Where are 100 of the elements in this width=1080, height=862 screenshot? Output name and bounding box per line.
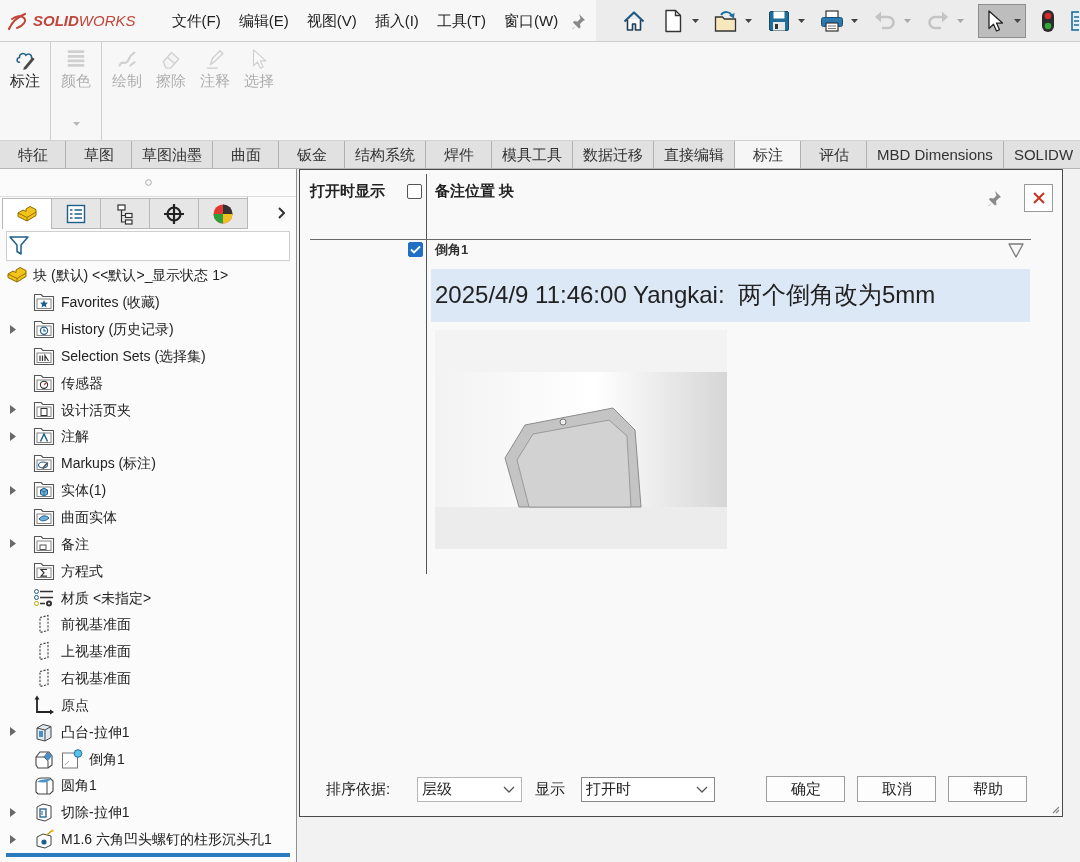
save-icon — [767, 8, 791, 33]
tree-item[interactable]: 材质 <未指定> — [61, 588, 152, 607]
menu-item[interactable]: 文件(F) — [171, 10, 221, 31]
tab[interactable]: 标注 — [735, 141, 801, 168]
tree-item[interactable]: 传感器 — [61, 373, 103, 392]
show-dropdown[interactable]: 打开时 — [581, 776, 716, 802]
note-feature-label: 倒角1 — [435, 242, 469, 258]
note-text[interactable]: 2025/4/9 11:46:00 Yangkai: 两个倒角改为5mm — [431, 269, 1030, 322]
chevron-down-icon — [696, 785, 709, 793]
show-on-open-checkbox[interactable] — [407, 184, 422, 199]
close-button[interactable] — [1024, 184, 1053, 212]
tree-item[interactable]: History (历史记录) — [61, 320, 174, 339]
folder-note-icon — [33, 533, 55, 554]
dialog-button[interactable]: 确定 — [766, 776, 846, 802]
folder-star-icon — [33, 292, 55, 313]
tab[interactable]: 结构系统 — [345, 141, 426, 168]
tab[interactable]: 焊件 — [426, 141, 492, 168]
menu-item[interactable]: 编辑(E) — [238, 10, 289, 31]
filter-triangle-icon[interactable] — [1008, 242, 1024, 258]
tree-item[interactable]: 圆角1 — [61, 776, 97, 795]
sort-label: 排序依据: — [326, 779, 391, 799]
tree-item[interactable]: 设计活页夹 — [61, 400, 131, 419]
pin-icon[interactable] — [570, 12, 586, 29]
expand-arrow-icon[interactable] — [10, 432, 16, 441]
tree-item[interactable]: 上视基准面 — [61, 642, 131, 661]
tab[interactable]: 草图油墨 — [132, 141, 213, 168]
tree-item[interactable]: 备注 — [61, 534, 89, 553]
expand-arrow-icon[interactable] — [10, 727, 16, 737]
pen-icon — [204, 48, 226, 70]
tab[interactable]: SOLIDW — [1003, 141, 1080, 168]
show-on-open-label: 打开时显示 — [310, 181, 385, 201]
panel-tab[interactable] — [198, 198, 247, 229]
tab[interactable]: 特征 — [0, 141, 66, 168]
cut-box-icon — [33, 802, 55, 823]
list-icon — [65, 202, 87, 225]
expand-arrow-icon[interactable] — [10, 539, 16, 549]
resize-grip-icon[interactable] — [1050, 804, 1060, 814]
close-icon — [1032, 192, 1045, 204]
tree-item[interactable]: 原点 — [61, 695, 89, 714]
select-button[interactable] — [978, 3, 1026, 38]
folder-page-icon — [33, 399, 55, 420]
dialog-button[interactable]: 帮助 — [948, 776, 1028, 802]
tab[interactable]: MBD Dimensions — [867, 141, 1004, 168]
pin-icon[interactable] — [986, 190, 1002, 206]
chevron-right-icon[interactable] — [277, 207, 285, 219]
tab[interactable]: 曲面 — [213, 141, 279, 168]
folder-peak-icon — [33, 426, 55, 447]
solidworks-logo: SOLIDWORKS — [33, 10, 136, 31]
tab[interactable]: 直接编辑 — [654, 141, 735, 168]
tree-structure-icon — [114, 202, 136, 225]
expand-arrow-icon[interactable] — [10, 834, 16, 844]
tree-item[interactable]: Markups (标注) — [61, 454, 156, 473]
tab[interactable]: 评估 — [801, 141, 867, 168]
tab[interactable]: 模具工具 — [492, 141, 573, 168]
tree-item[interactable]: 倒角1 — [89, 749, 125, 768]
tree-item[interactable]: 切除-拉伸1 — [61, 803, 130, 822]
tree-item[interactable]: 凸台-拉伸1 — [61, 722, 130, 741]
tab[interactable]: 钣金 — [279, 141, 345, 168]
tree-item[interactable]: 实体(1) — [61, 481, 107, 500]
tree-item[interactable]: 注解 — [61, 427, 89, 446]
grip-dot-icon[interactable] — [144, 179, 152, 186]
tree-item[interactable]: Favorites (收藏) — [61, 293, 160, 312]
squiggle-icon — [116, 48, 138, 70]
menu-item[interactable]: 视图(V) — [306, 10, 357, 31]
crosshair-icon — [163, 202, 185, 225]
folder-cube-icon — [33, 480, 55, 501]
folder-pencil-icon — [33, 453, 55, 474]
tree-item[interactable]: 曲面实体 — [61, 508, 117, 526]
filter-field[interactable] — [6, 231, 290, 261]
tab[interactable]: 数据迁移 — [573, 141, 654, 168]
material-list-icon — [33, 587, 55, 608]
tree-item[interactable]: 块 (默认) <<默认>_显示状态 1> — [33, 266, 229, 285]
sort-dropdown[interactable]: 层级 — [417, 776, 523, 802]
chevron-down-icon — [503, 785, 516, 793]
tab[interactable]: 草图 — [66, 141, 132, 168]
tree-item[interactable]: Selection Sets (选择集) — [61, 346, 206, 365]
panel-tab[interactable] — [51, 198, 100, 229]
show-label: 显示 — [535, 779, 566, 799]
menu-item[interactable]: 插入(I) — [374, 10, 419, 31]
tree-item[interactable]: 方程式 — [61, 561, 103, 580]
tree-item[interactable]: M1.6 六角凹头螺钉的柱形沉头孔1 — [61, 830, 272, 849]
menu-item[interactable]: 窗口(W) — [504, 10, 559, 31]
folder-surface-icon — [33, 507, 55, 527]
markup-button[interactable]: 标注 — [8, 48, 42, 91]
extrude-cube-icon — [33, 721, 55, 742]
folder-clock-icon — [33, 319, 55, 340]
menu-item[interactable]: 工具(T) — [436, 10, 486, 31]
note-checkbox[interactable] — [408, 242, 423, 257]
panel-tab[interactable] — [100, 198, 149, 229]
expand-arrow-icon[interactable] — [10, 485, 16, 495]
tree-item[interactable]: 右视基准面 — [61, 669, 131, 688]
tree-item[interactable]: 前视基准面 — [61, 615, 131, 634]
expand-arrow-icon[interactable] — [10, 807, 16, 817]
folder-sigma-icon — [33, 560, 55, 581]
expand-arrow-icon[interactable] — [10, 405, 16, 415]
panel-tab[interactable] — [149, 198, 198, 229]
expand-arrow-icon[interactable] — [10, 324, 16, 334]
dialog-button[interactable]: 取消 — [857, 776, 937, 802]
rollback-bar[interactable] — [6, 852, 290, 857]
color-ball-icon — [212, 202, 234, 225]
